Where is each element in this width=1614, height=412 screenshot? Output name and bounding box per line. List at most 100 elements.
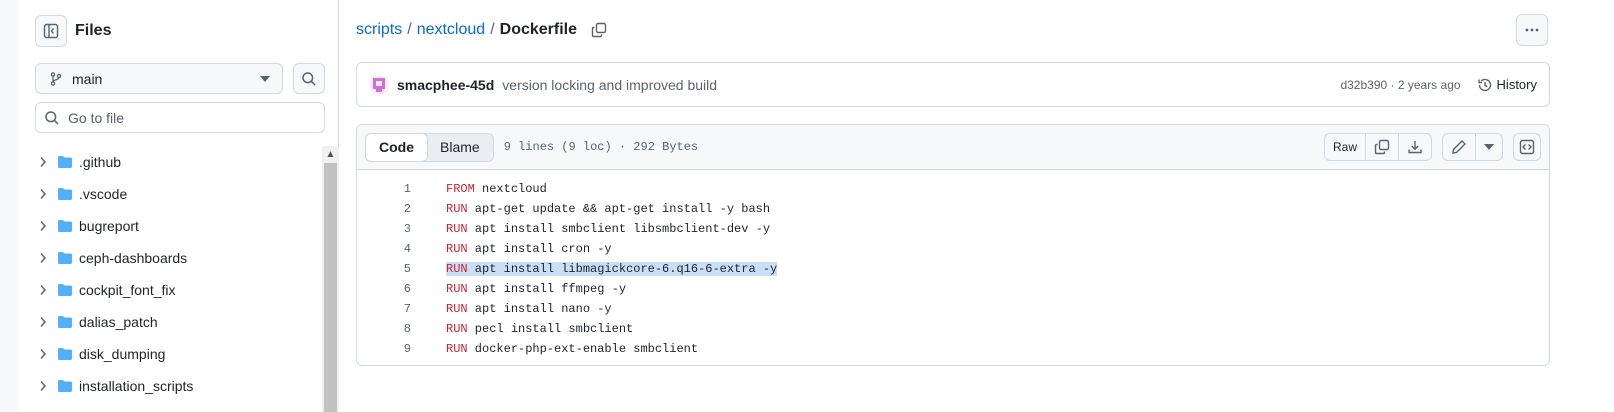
commit-message-link[interactable]: version locking and improved build [502,77,1340,93]
chevron-right-icon[interactable] [35,154,51,170]
raw-actions-group: Raw [1323,133,1432,161]
folder-icon [58,252,72,264]
tree-item-label: dalias_patch [79,314,158,330]
tree-item-vscode[interactable]: .vscode [19,178,321,210]
download-raw-button[interactable] [1399,134,1431,160]
history-icon [1477,78,1491,91]
folder-icon [58,380,72,392]
file-info: 9 lines (9 loc) · 292 Bytes [503,140,699,154]
download-icon [1408,141,1422,154]
search-files-button[interactable] [293,63,325,94]
folder-icon [58,284,72,296]
code-text: apt-get update && apt-get install -y bas… [467,202,771,216]
line-content: RUN pecl install smbclient [446,322,633,336]
scroll-up-arrow-icon[interactable]: ▲ [322,146,339,163]
folder-icon [58,220,72,232]
tree-item-label: bugreport [79,218,139,234]
tree-item-label: disk_dumping [79,346,166,362]
code-line: 2 RUN apt-get update && apt-get install -… [357,199,1549,219]
branch-selector-button[interactable]: main [35,63,283,94]
copy-path-button[interactable] [589,20,609,40]
chevron-right-icon[interactable] [35,314,51,330]
code-line: 8 RUN pecl install smbclient [357,319,1549,339]
line-content: FROM nextcloud [446,182,547,196]
code-square-icon [1519,139,1535,155]
tab-blame[interactable]: Blame [427,134,493,161]
line-number[interactable]: 8 [357,322,411,336]
line-number[interactable]: 1 [357,182,411,196]
view-mode-toggle: Code Blame [365,132,494,162]
commit-author-link[interactable]: smacphee-45d [397,77,494,93]
line-content: RUN apt install nano -y [446,302,612,316]
tree-item-github[interactable]: .github [19,146,321,178]
chevron-right-icon[interactable] [35,186,51,202]
chevron-right-icon[interactable] [35,378,51,394]
identicon-icon [373,77,385,92]
line-number[interactable]: 9 [357,342,411,356]
edit-file-button[interactable] [1443,134,1476,160]
line-number[interactable]: 6 [357,282,411,296]
tree-item-ceph-dashboards[interactable]: ceph-dashboards [19,242,321,274]
tree-item-dalias-patch[interactable]: dalias_patch [19,306,321,338]
line-number[interactable]: 3 [357,222,411,236]
code-viewer[interactable]: 1 FROM nextcloud 2 RUN apt-get update && a… [357,170,1549,359]
commit-meta[interactable]: d32b390 · 2 years ago [1340,78,1460,92]
sidebar-header: Files [35,14,111,48]
raw-button[interactable]: Raw [1325,134,1366,160]
breadcrumb-separator: / [407,21,412,38]
tree-item-label: ceph-dashboards [79,250,188,266]
kebab-horizontal-icon [1525,28,1539,32]
copy-raw-button[interactable] [1366,134,1399,160]
code-text: docker-php-ext-enable smbclient [467,342,699,356]
file-toolbar: Code Blame 9 lines (9 loc) · 292 Bytes R… [357,125,1549,170]
line-content: RUN apt install ffmpeg -y [446,282,626,296]
line-number[interactable]: 4 [357,242,411,256]
tab-code[interactable]: Code [365,132,428,162]
tree-item-disk-dumping[interactable]: disk_dumping [19,338,321,370]
line-content: RUN apt install smbclient libsmbclient-d… [446,222,770,236]
code-keyword: RUN [446,262,468,276]
file-tree-sidebar: Files main .github .vscode bugreport [19,0,339,412]
line-number[interactable]: 7 [357,302,411,316]
chevron-right-icon[interactable] [35,282,51,298]
code-line: 3 RUN apt install smbclient libsmbclient-… [357,219,1549,239]
line-number[interactable]: 5 [357,262,411,276]
tree-item-installation-scripts[interactable]: installation_scripts [19,370,321,402]
code-text: apt install nano -y [467,302,612,316]
sidebar-scrollbar[interactable]: ▲ [322,146,339,412]
tree-item-bugreport[interactable]: bugreport [19,210,321,242]
pencil-icon [1452,140,1466,154]
tree-item-label: installation_scripts [79,378,194,394]
tree-item-label: .github [79,154,122,170]
symbols-panel-button[interactable] [1513,133,1541,161]
avatar[interactable] [369,74,389,95]
line-number[interactable]: 2 [357,202,411,216]
folder-icon [58,188,72,200]
file-actions: Raw [1323,133,1541,161]
scrollbar-thumb[interactable] [324,163,337,412]
breadcrumb-separator: / [490,21,495,38]
branch-name: main [72,70,103,87]
edit-dropdown-button[interactable] [1476,134,1502,160]
file-tree: .github .vscode bugreport ceph-dashboard… [19,146,321,402]
collapse-sidebar-button[interactable] [35,15,67,47]
history-button[interactable]: History [1477,77,1537,93]
chevron-right-icon[interactable] [35,218,51,234]
chevron-right-icon[interactable] [35,250,51,266]
chevron-right-icon[interactable] [35,346,51,362]
code-text: apt install cron -y [467,242,612,256]
line-content: RUN apt install cron -y [446,242,612,256]
tree-item-cockpit-font-fix[interactable]: cockpit_font_fix [19,274,321,306]
breadcrumb-repo-link[interactable]: scripts [356,21,402,39]
go-to-file-input[interactable] [68,109,308,126]
tree-item-label: .vscode [79,186,128,202]
more-options-button[interactable] [1516,14,1548,46]
line-content: RUN docker-php-ext-enable smbclient [446,342,698,356]
edit-actions-group [1442,133,1503,161]
folder-icon [58,316,72,328]
code-text: nextcloud [474,182,547,196]
breadcrumb-folder-link[interactable]: nextcloud [417,21,486,39]
code-keyword: RUN [446,282,468,296]
go-to-file-field[interactable] [35,102,325,133]
caret-down-icon [1484,144,1494,150]
